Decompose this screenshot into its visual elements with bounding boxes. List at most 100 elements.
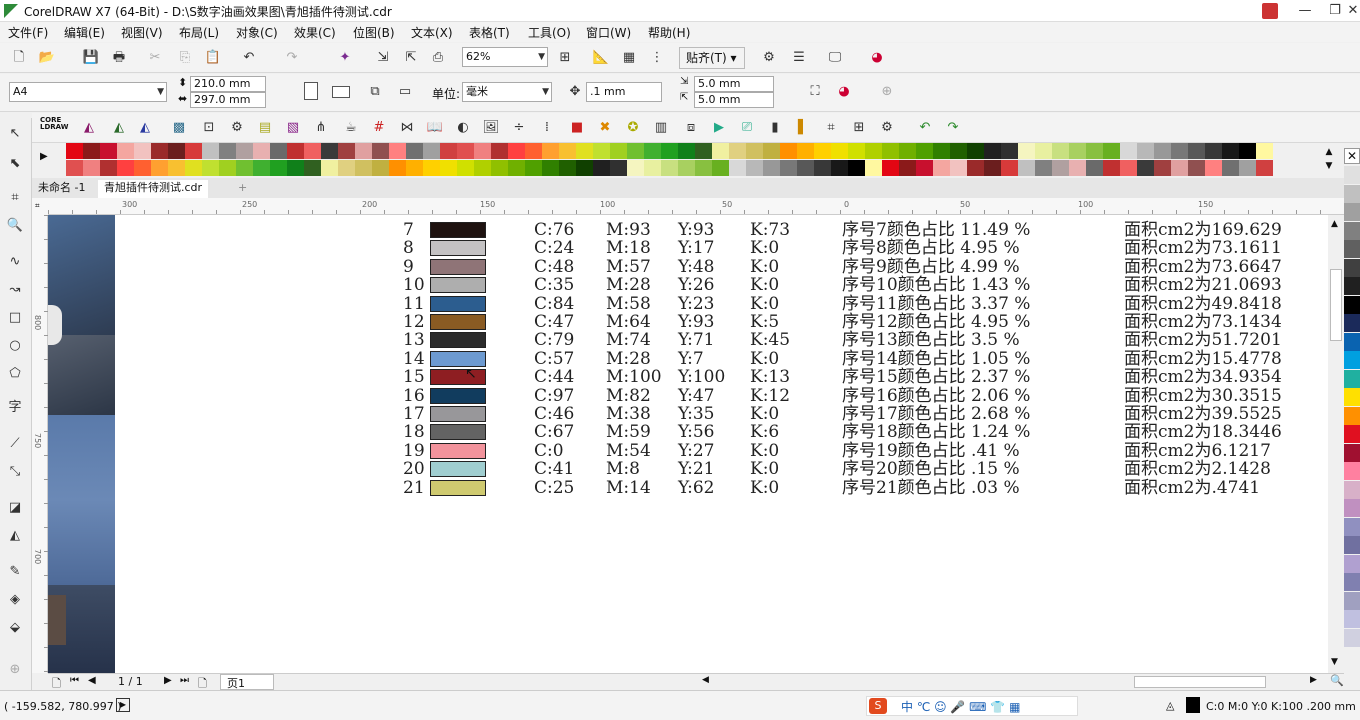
play-icon[interactable]: ▶ [710, 120, 728, 136]
palette-swatch[interactable] [763, 143, 780, 159]
vertical-scrollbar[interactable]: ▲ ▼ [1328, 215, 1344, 673]
palette-swatch[interactable] [423, 160, 440, 176]
palette-swatch[interactable] [1344, 499, 1360, 517]
palette-swatch[interactable] [644, 143, 661, 159]
palette-swatch[interactable] [1188, 160, 1205, 176]
palette-swatch[interactable] [831, 160, 848, 176]
palette-swatch[interactable] [202, 160, 219, 176]
palette-swatch[interactable] [168, 143, 185, 159]
palette-swatch[interactable] [814, 160, 831, 176]
palette-swatch[interactable] [491, 143, 508, 159]
palette-swatch[interactable] [729, 143, 746, 159]
input-method-bar[interactable]: S 中 ℃ ☺ 🎤 ⌨ 👕 ▦ [866, 696, 1078, 716]
palette-swatch[interactable] [610, 143, 627, 159]
first-page-button[interactable]: ⏮ [70, 675, 79, 686]
search-content-icon[interactable]: ✦ [336, 50, 354, 66]
palette-swatch[interactable] [899, 160, 916, 176]
save-icon[interactable]: 💾 [82, 50, 100, 66]
palette-swatch[interactable] [1344, 277, 1360, 295]
nodes-icon[interactable]: ⋈ [398, 120, 416, 136]
fullscreen-icon[interactable]: ⊞ [556, 50, 574, 66]
palette-swatch[interactable] [117, 160, 134, 176]
palette-swatch[interactable] [1222, 143, 1239, 159]
transparency-icon[interactable]: ◭ [4, 526, 26, 546]
parallel-dimension-icon[interactable]: ⟋ [4, 434, 26, 454]
artistic-media-icon[interactable]: ↝ [4, 280, 26, 300]
page-height-field[interactable]: 297.0 mm [190, 92, 266, 108]
yin-icon[interactable]: ◐ [454, 120, 472, 136]
palette-swatch[interactable] [882, 160, 899, 176]
palette-swatch[interactable] [1344, 554, 1360, 573]
freehand-tool-icon[interactable]: ∿ [4, 252, 26, 272]
palette-swatch[interactable] [1344, 517, 1360, 536]
palette-swatch[interactable] [185, 143, 202, 159]
palette-swatch[interactable] [559, 143, 576, 159]
palette-swatch[interactable] [66, 143, 83, 159]
palette-swatch[interactable] [1344, 591, 1360, 610]
palette-swatch[interactable] [542, 160, 559, 176]
palette-swatch[interactable] [1344, 388, 1360, 406]
plugin-tool-3-icon[interactable]: ◭ [136, 120, 154, 136]
current-page-icon[interactable]: ▭ [396, 84, 414, 100]
palette-swatch[interactable] [457, 160, 474, 176]
palette-swatch[interactable] [1188, 143, 1205, 159]
menu-table[interactable]: 表格(T) [469, 24, 510, 41]
eyedropper-icon[interactable]: ✎ [4, 562, 26, 582]
palette-swatch[interactable] [134, 143, 151, 159]
palette-swatch[interactable] [576, 160, 593, 176]
palette-swatch[interactable] [984, 160, 1001, 176]
treat-as-filled-icon[interactable]: ⛶ [806, 84, 824, 100]
palette-swatch[interactable] [491, 160, 508, 176]
redo-icon[interactable]: ↷ [283, 50, 301, 66]
palette-swatch[interactable] [865, 143, 882, 159]
polygon-tool-icon[interactable]: ⬠ [4, 364, 26, 384]
scroll-right-arrow[interactable]: ▶ [1310, 675, 1317, 685]
palette-swatch[interactable] [1344, 573, 1360, 591]
landscape-button[interactable] [332, 86, 350, 98]
palette-swatch[interactable] [712, 160, 729, 176]
menu-object[interactable]: 对象(C) [236, 24, 278, 41]
palette-swatch[interactable] [542, 143, 559, 159]
palette-swatch[interactable] [1171, 160, 1188, 176]
palette-swatch[interactable] [151, 160, 168, 176]
image-icon[interactable]: 🖼 [482, 120, 500, 136]
palette-swatch[interactable] [1052, 160, 1069, 176]
palette-swatch[interactable] [916, 143, 933, 159]
palette-swatch[interactable] [1035, 160, 1052, 176]
palette-swatch[interactable] [474, 160, 491, 176]
palette-swatch[interactable] [287, 143, 304, 159]
menu-tools[interactable]: 工具(O) [528, 24, 571, 41]
add-tool-icon[interactable]: ⊕ [4, 660, 26, 680]
frame-icon[interactable]: ⊡ [200, 120, 218, 136]
palette-swatch[interactable] [304, 143, 321, 159]
crop-tool-icon[interactable]: ⌗ [4, 188, 26, 208]
layout-icon[interactable]: ▥ [652, 120, 670, 136]
palette-swatch[interactable] [236, 143, 253, 159]
undo-icon[interactable]: ↶ [240, 50, 258, 66]
options-icon[interactable]: ⚙ [760, 50, 778, 66]
palette-swatch[interactable] [83, 143, 100, 159]
palette-swatch[interactable] [865, 160, 882, 176]
scroll-left-arrow[interactable]: ◀ [702, 675, 709, 685]
paste-icon[interactable]: 📋 [204, 50, 222, 66]
badge-icon[interactable]: ✪ [624, 120, 642, 136]
minimize-button[interactable]: — [1290, 0, 1320, 22]
palette-swatch[interactable] [831, 143, 848, 159]
menu-view[interactable]: 视图(V) [121, 24, 163, 41]
palette-swatch[interactable] [848, 160, 865, 176]
prev-page-button[interactable]: ◀ [88, 675, 96, 686]
outline-color-swatch[interactable] [1186, 697, 1200, 713]
palette-swatch[interactable] [100, 160, 117, 176]
tab-untitled[interactable]: 未命名 -1 [32, 180, 92, 198]
smart-fill-icon[interactable]: ⬙ [4, 618, 26, 638]
menu-help[interactable]: 帮助(H) [648, 24, 690, 41]
next-page-button[interactable]: ▶ [164, 675, 172, 686]
palette-swatch[interactable] [1344, 425, 1360, 443]
palette-swatch[interactable] [1344, 240, 1360, 258]
palette-swatch[interactable] [1344, 351, 1360, 369]
palette-swatch[interactable] [797, 160, 814, 176]
palette-swatch[interactable] [1001, 160, 1018, 176]
palette-swatch[interactable] [1205, 143, 1222, 159]
interactive-fill-icon[interactable]: ◈ [4, 590, 26, 610]
palette-swatch[interactable] [1205, 160, 1222, 176]
